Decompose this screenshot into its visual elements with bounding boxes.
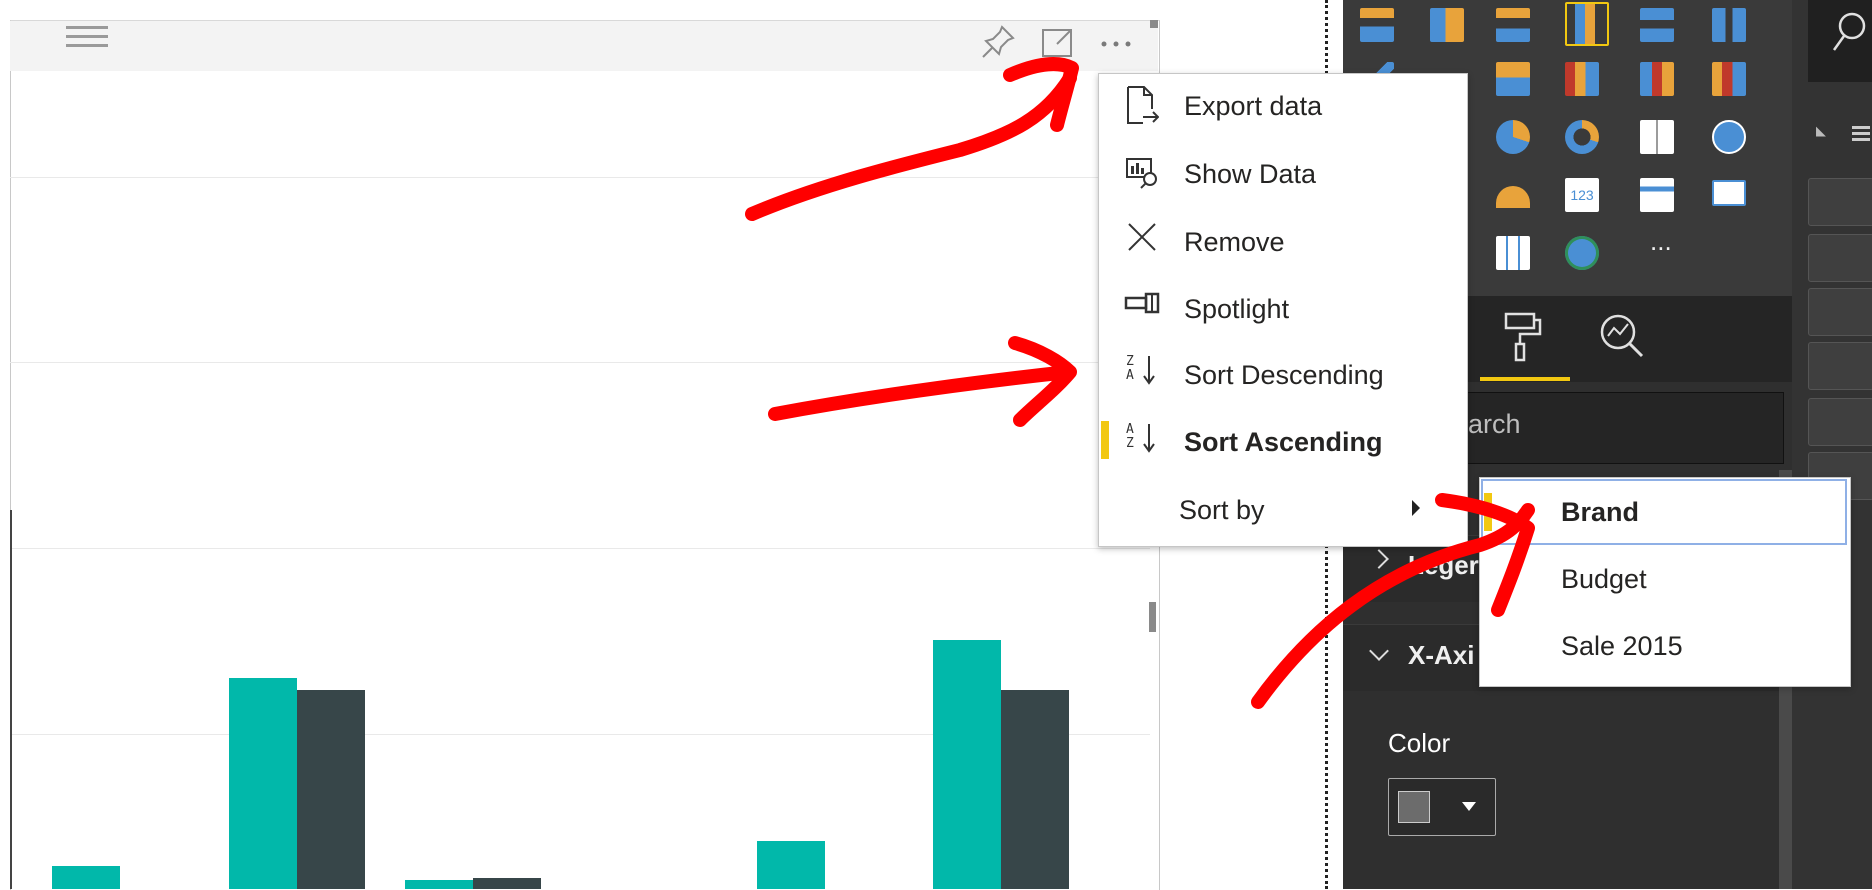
kpi-icon[interactable] (1712, 180, 1746, 206)
submenu-label: Sale 2015 (1561, 631, 1683, 661)
color-swatch (1398, 791, 1430, 823)
line-and-stacked-column-chart-icon[interactable] (1565, 62, 1599, 96)
corner-resize-handle[interactable] (1150, 20, 1158, 28)
gridline (10, 177, 1150, 178)
export-data-icon (1124, 85, 1160, 125)
sort-ascending-icon: AZ (1126, 422, 1134, 451)
search-icon[interactable] (1830, 10, 1870, 60)
chart-bar[interactable] (229, 678, 297, 889)
pin-icon[interactable] (980, 24, 1016, 66)
remove-icon (1124, 220, 1160, 260)
stacked-column-chart-icon[interactable] (1430, 8, 1464, 42)
ribbon-chart-icon[interactable] (1712, 62, 1746, 96)
chart-bar[interactable] (52, 866, 120, 889)
menu-label: Export data (1184, 91, 1323, 121)
submenu-item-budget[interactable] (1481, 546, 1847, 612)
100-stacked-column-chart-icon[interactable] (1712, 8, 1746, 42)
axis-line (10, 510, 12, 889)
area-chart-icon[interactable] (1496, 62, 1530, 96)
treemap-icon[interactable] (1640, 120, 1674, 154)
down-arrow-icon (1142, 356, 1156, 390)
menu-label: Spotlight (1184, 294, 1290, 324)
menu-label: Sort Ascending (1184, 427, 1383, 457)
gridline (10, 548, 1150, 549)
chart-bar[interactable] (297, 690, 365, 889)
clustered-bar-chart-icon[interactable] (1496, 8, 1530, 42)
field-well[interactable] (1808, 178, 1872, 226)
drag-handle-icon[interactable] (66, 24, 108, 57)
chart-bar[interactable] (473, 878, 541, 889)
submenu-label: Budget (1561, 564, 1647, 594)
format-paint-roller-icon[interactable] (1500, 310, 1544, 366)
show-data-icon (1124, 153, 1160, 193)
menu-label: Show Data (1184, 159, 1317, 189)
selected-indicator (1101, 421, 1109, 459)
field-well[interactable] (1808, 234, 1872, 282)
side-resize-handle[interactable] (1149, 602, 1156, 632)
100-stacked-bar-chart-icon[interactable] (1640, 8, 1674, 42)
clustered-column-chart-icon[interactable] (1565, 2, 1609, 46)
gridline (10, 362, 1150, 363)
field-well[interactable] (1808, 342, 1872, 390)
donut-chart-icon[interactable] (1565, 120, 1599, 154)
more-options-icon[interactable] (1096, 22, 1140, 64)
submenu-label: Brand (1561, 497, 1640, 527)
search-placeholder: arch (1468, 409, 1521, 439)
legend-section-label: Leger (1408, 550, 1479, 580)
table-icon (1852, 126, 1870, 144)
menu-item-sort-by[interactable] (1098, 474, 1466, 540)
chart-bar[interactable] (1001, 690, 1069, 889)
line-and-clustered-column-chart-icon[interactable] (1640, 62, 1674, 96)
field-well[interactable] (1808, 398, 1872, 446)
focus-mode-icon[interactable] (1040, 24, 1076, 66)
menu-label: Remove (1184, 227, 1285, 257)
submenu-arrow-icon (1412, 500, 1420, 516)
x-axis-section-label: X-Axi (1408, 640, 1475, 670)
pie-chart-icon[interactable] (1496, 120, 1530, 154)
submenu-item-brand[interactable] (1481, 479, 1847, 545)
card-icon[interactable]: 123 (1565, 178, 1599, 212)
chart-bar[interactable] (757, 841, 825, 889)
more-visuals-icon[interactable]: ... (1650, 226, 1672, 257)
globe-icon[interactable] (1565, 236, 1599, 270)
field-well[interactable] (1808, 288, 1872, 336)
dropdown-caret-icon[interactable] (1462, 802, 1476, 811)
chart-bar[interactable] (405, 880, 473, 889)
stacked-bar-chart-icon[interactable] (1360, 8, 1394, 42)
sort-descending-icon: ZA (1126, 354, 1134, 383)
active-tab-indicator (1480, 377, 1570, 381)
menu-label: Sort Descending (1184, 360, 1384, 390)
color-label: Color (1388, 728, 1451, 758)
map-icon[interactable] (1712, 120, 1746, 154)
down-arrow-icon (1142, 424, 1156, 458)
chart-bar[interactable] (933, 640, 1001, 889)
analytics-magnifier-icon[interactable] (1596, 310, 1648, 366)
spotlight-icon (1124, 288, 1160, 328)
menu-label: Sort by (1179, 495, 1265, 525)
multi-row-card-icon[interactable] (1640, 178, 1674, 212)
selected-indicator (1484, 493, 1492, 531)
matrix-icon[interactable] (1496, 236, 1530, 270)
